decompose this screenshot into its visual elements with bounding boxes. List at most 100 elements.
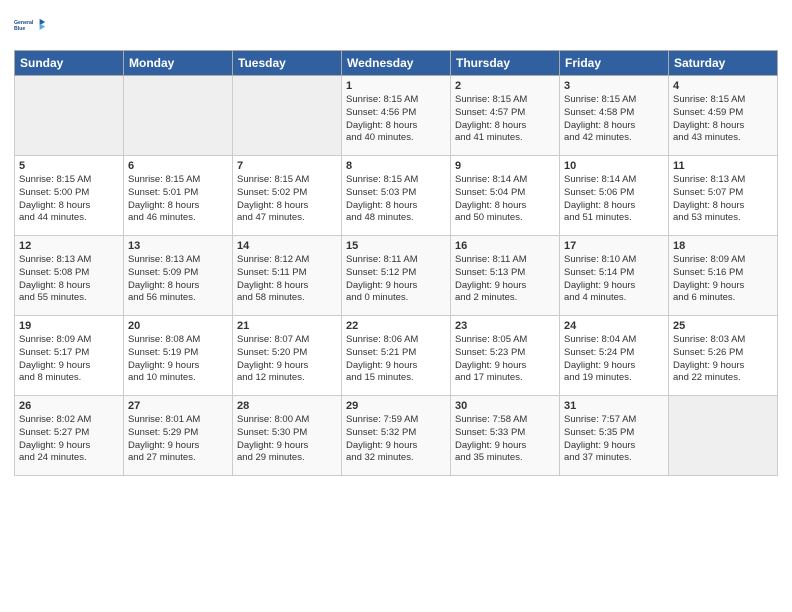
day-info: Sunrise: 8:07 AM Sunset: 5:20 PM Dayligh… — [237, 334, 337, 385]
day-info: Sunrise: 8:15 AM Sunset: 5:03 PM Dayligh… — [346, 174, 446, 225]
day-info: Sunrise: 8:15 AM Sunset: 4:57 PM Dayligh… — [455, 94, 555, 145]
calendar-cell: 2 Sunrise: 8:15 AM Sunset: 4:57 PM Daylig… — [451, 76, 560, 156]
day-number: 24 — [564, 320, 664, 332]
day-number: 20 — [128, 320, 228, 332]
day-info: Sunrise: 7:57 AM Sunset: 5:35 PM Dayligh… — [564, 414, 664, 465]
day-info: Sunrise: 8:11 AM Sunset: 5:13 PM Dayligh… — [455, 254, 555, 305]
day-number: 9 — [455, 160, 555, 172]
calendar-cell: 6Sunrise: 8:15 AM Sunset: 5:01 PM Daylig… — [124, 156, 233, 236]
day-info: Sunrise: 8:03 AM Sunset: 5:26 PM Dayligh… — [673, 334, 773, 385]
day-number: 18 — [673, 240, 773, 252]
day-number: 17 — [564, 240, 664, 252]
week-row-5: 26 Sunrise: 8:02 AM Sunset: 5:27 PM Dayli… — [15, 396, 778, 476]
logo-icon: General Blue — [14, 10, 46, 42]
day-info: Sunrise: 7:58 AM Sunset: 5:33 PM Dayligh… — [455, 414, 555, 465]
logo: General Blue — [14, 10, 46, 42]
day-number: 22 — [346, 320, 446, 332]
day-number: 31 — [564, 400, 664, 412]
calendar-cell: 4Sunrise: 8:15 AM Sunset: 4:59 PM Daylig… — [669, 76, 778, 156]
weekday-header-saturday: Saturday — [669, 51, 778, 76]
svg-text:General: General — [14, 20, 34, 26]
calendar: SundayMondayTuesdayWednesdayThursdayFrid… — [14, 50, 778, 476]
day-number: 7 — [237, 160, 337, 172]
weekday-header-row: SundayMondayTuesdayWednesdayThursdayFrid… — [15, 51, 778, 76]
calendar-cell: 19 Sunrise: 8:09 AM Sunset: 5:17 PM Dayli… — [15, 316, 124, 396]
header: General Blue — [14, 10, 778, 42]
day-number: 11 — [673, 160, 773, 172]
calendar-body: 1 Sunrise: 8:15 AM Sunset: 4:56 PM Daylig… — [15, 76, 778, 476]
calendar-cell: 10Sunrise: 8:14 AM Sunset: 5:06 PM Dayli… — [560, 156, 669, 236]
calendar-cell: 16 Sunrise: 8:11 AM Sunset: 5:13 PM Dayli… — [451, 236, 560, 316]
calendar-cell: 12Sunrise: 8:13 AM Sunset: 5:08 PM Dayli… — [15, 236, 124, 316]
day-info: Sunrise: 8:01 AM Sunset: 5:29 PM Dayligh… — [128, 414, 228, 465]
day-number: 27 — [128, 400, 228, 412]
calendar-cell: 25 Sunrise: 8:03 AM Sunset: 5:26 PM Dayli… — [669, 316, 778, 396]
day-info: Sunrise: 8:09 AM Sunset: 5:17 PM Dayligh… — [19, 334, 119, 385]
day-info: Sunrise: 8:15 AM Sunset: 4:58 PM Dayligh… — [564, 94, 664, 145]
calendar-cell: 24Sunrise: 8:04 AM Sunset: 5:24 PM Dayli… — [560, 316, 669, 396]
day-number: 16 — [455, 240, 555, 252]
day-info: Sunrise: 8:02 AM Sunset: 5:27 PM Dayligh… — [19, 414, 119, 465]
day-info: Sunrise: 8:15 AM Sunset: 5:01 PM Dayligh… — [128, 174, 228, 225]
calendar-cell: 28Sunrise: 8:00 AM Sunset: 5:30 PM Dayli… — [233, 396, 342, 476]
calendar-cell: 26 Sunrise: 8:02 AM Sunset: 5:27 PM Dayli… — [15, 396, 124, 476]
week-row-2: 5 Sunrise: 8:15 AM Sunset: 5:00 PM Daylig… — [15, 156, 778, 236]
calendar-cell: 13 Sunrise: 8:13 AM Sunset: 5:09 PM Dayli… — [124, 236, 233, 316]
calendar-cell: 8Sunrise: 8:15 AM Sunset: 5:03 PM Daylig… — [342, 156, 451, 236]
day-number: 21 — [237, 320, 337, 332]
week-row-3: 12Sunrise: 8:13 AM Sunset: 5:08 PM Dayli… — [15, 236, 778, 316]
day-number: 25 — [673, 320, 773, 332]
day-info: Sunrise: 8:13 AM Sunset: 5:09 PM Dayligh… — [128, 254, 228, 305]
day-info: Sunrise: 8:15 AM Sunset: 5:02 PM Dayligh… — [237, 174, 337, 225]
day-number: 29 — [346, 400, 446, 412]
page: General Blue SundayMondayTuesdayWednesda… — [0, 0, 792, 612]
weekday-header-thursday: Thursday — [451, 51, 560, 76]
day-info: Sunrise: 8:13 AM Sunset: 5:07 PM Dayligh… — [673, 174, 773, 225]
day-info: Sunrise: 8:15 AM Sunset: 4:56 PM Dayligh… — [346, 94, 446, 145]
calendar-cell: 21 Sunrise: 8:07 AM Sunset: 5:20 PM Dayli… — [233, 316, 342, 396]
calendar-cell: 15Sunrise: 8:11 AM Sunset: 5:12 PM Dayli… — [342, 236, 451, 316]
calendar-cell: 30 Sunrise: 7:58 AM Sunset: 5:33 PM Dayli… — [451, 396, 560, 476]
day-info: Sunrise: 8:06 AM Sunset: 5:21 PM Dayligh… — [346, 334, 446, 385]
day-info: Sunrise: 8:08 AM Sunset: 5:19 PM Dayligh… — [128, 334, 228, 385]
svg-text:Blue: Blue — [14, 26, 25, 32]
day-info: Sunrise: 8:14 AM Sunset: 5:06 PM Dayligh… — [564, 174, 664, 225]
day-info: Sunrise: 8:05 AM Sunset: 5:23 PM Dayligh… — [455, 334, 555, 385]
calendar-cell: 31 Sunrise: 7:57 AM Sunset: 5:35 PM Dayli… — [560, 396, 669, 476]
calendar-cell: 7 Sunrise: 8:15 AM Sunset: 5:02 PM Daylig… — [233, 156, 342, 236]
calendar-cell: 1 Sunrise: 8:15 AM Sunset: 4:56 PM Daylig… — [342, 76, 451, 156]
weekday-header-wednesday: Wednesday — [342, 51, 451, 76]
day-number: 28 — [237, 400, 337, 412]
day-number: 13 — [128, 240, 228, 252]
day-info: Sunrise: 8:13 AM Sunset: 5:08 PM Dayligh… — [19, 254, 119, 305]
day-info: Sunrise: 8:15 AM Sunset: 5:00 PM Dayligh… — [19, 174, 119, 225]
calendar-cell — [15, 76, 124, 156]
calendar-header: SundayMondayTuesdayWednesdayThursdayFrid… — [15, 51, 778, 76]
day-info: Sunrise: 8:11 AM Sunset: 5:12 PM Dayligh… — [346, 254, 446, 305]
calendar-cell: 29Sunrise: 7:59 AM Sunset: 5:32 PM Dayli… — [342, 396, 451, 476]
day-number: 1 — [346, 80, 446, 92]
calendar-cell: 14Sunrise: 8:12 AM Sunset: 5:11 PM Dayli… — [233, 236, 342, 316]
day-info: Sunrise: 8:14 AM Sunset: 5:04 PM Dayligh… — [455, 174, 555, 225]
calendar-cell: 5 Sunrise: 8:15 AM Sunset: 5:00 PM Daylig… — [15, 156, 124, 236]
calendar-cell: 20 Sunrise: 8:08 AM Sunset: 5:19 PM Dayli… — [124, 316, 233, 396]
calendar-cell: 18 Sunrise: 8:09 AM Sunset: 5:16 PM Dayli… — [669, 236, 778, 316]
day-number: 3 — [564, 80, 664, 92]
weekday-header-monday: Monday — [124, 51, 233, 76]
calendar-cell: 11 Sunrise: 8:13 AM Sunset: 5:07 PM Dayli… — [669, 156, 778, 236]
calendar-cell — [124, 76, 233, 156]
day-number: 5 — [19, 160, 119, 172]
weekday-header-friday: Friday — [560, 51, 669, 76]
day-number: 30 — [455, 400, 555, 412]
day-number: 14 — [237, 240, 337, 252]
calendar-cell: 22 Sunrise: 8:06 AM Sunset: 5:21 PM Dayli… — [342, 316, 451, 396]
day-number: 2 — [455, 80, 555, 92]
day-number: 23 — [455, 320, 555, 332]
calendar-cell: 17Sunrise: 8:10 AM Sunset: 5:14 PM Dayli… — [560, 236, 669, 316]
calendar-cell: 27 Sunrise: 8:01 AM Sunset: 5:29 PM Dayli… — [124, 396, 233, 476]
weekday-header-sunday: Sunday — [15, 51, 124, 76]
day-number: 19 — [19, 320, 119, 332]
day-info: Sunrise: 8:09 AM Sunset: 5:16 PM Dayligh… — [673, 254, 773, 305]
day-number: 26 — [19, 400, 119, 412]
calendar-cell: 3 Sunrise: 8:15 AM Sunset: 4:58 PM Daylig… — [560, 76, 669, 156]
